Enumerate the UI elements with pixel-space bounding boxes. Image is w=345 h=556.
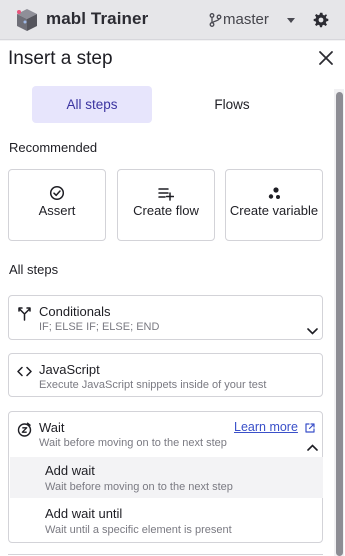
app-header: mabl Trainer master (0, 0, 345, 40)
gear-icon[interactable] (313, 12, 329, 28)
close-icon[interactable] (317, 49, 335, 67)
step-description: Wait before moving on to the next step (39, 437, 227, 449)
mabl-logo-icon (17, 9, 37, 31)
step-header-wait[interactable]: Wait Learn more Wait before moving on to… (9, 412, 322, 456)
create-variable-label: Create variable (229, 203, 319, 218)
step-card-wait: Wait Learn more Wait before moving on to… (8, 411, 323, 543)
external-link-icon[interactable] (305, 423, 315, 433)
panel-title: Insert a step (8, 48, 113, 69)
step-title: JavaScript (39, 362, 100, 377)
timer-icon (17, 422, 32, 437)
learn-more-link[interactable]: Learn more (234, 420, 298, 434)
app-title: mabl Trainer (46, 9, 149, 28)
recommended-heading: Recommended (9, 140, 98, 155)
caret-down-icon[interactable] (287, 18, 295, 23)
list-item-add-wait-until[interactable]: Add wait until Wait until a specific ele… (10, 500, 323, 541)
step-card-javascript: JavaScript Execute JavaScript snippets i… (8, 353, 323, 397)
sub-item-title: Add wait until (45, 506, 123, 521)
branch-selector[interactable]: master (223, 11, 269, 28)
chevron-down-icon[interactable] (307, 328, 318, 335)
branch-fork-icon (18, 307, 31, 321)
sub-item-description: Wait until a specific element is present (45, 524, 232, 536)
all-steps-heading: All steps (9, 262, 59, 277)
step-title: Conditionals (39, 304, 111, 319)
step-header-conditionals[interactable]: Conditionals IF; ELSE IF; ELSE; END (9, 296, 322, 339)
list-item-add-wait[interactable]: Add wait Wait before moving on to the ne… (10, 457, 323, 498)
tab-bar: All steps Flows (32, 86, 292, 123)
insert-step-panel: Insert a step All steps Flows Recommende… (0, 41, 345, 556)
sub-item-description: Wait before moving on to the next step (45, 481, 233, 493)
tab-flows[interactable]: Flows (172, 86, 292, 123)
assert-button[interactable]: Assert (8, 169, 106, 241)
tab-all-steps[interactable]: All steps (32, 86, 152, 123)
create-flow-button[interactable]: Create flow (117, 169, 215, 241)
add-list-icon (158, 188, 174, 201)
variable-dots-icon (268, 187, 280, 199)
step-header-javascript[interactable]: JavaScript Execute JavaScript snippets i… (9, 354, 322, 396)
step-description: Execute JavaScript snippets inside of yo… (39, 379, 267, 391)
create-flow-label: Create flow (133, 203, 199, 218)
step-title: Wait (39, 420, 65, 435)
step-card-conditionals: Conditionals IF; ELSE IF; ELSE; END (8, 295, 323, 340)
sub-item-title: Add wait (45, 463, 95, 478)
check-circle-icon (49, 185, 65, 201)
git-branch-icon (209, 13, 222, 27)
create-variable-button[interactable]: Create variable (225, 169, 323, 241)
code-brackets-icon (17, 366, 32, 377)
scrollbar-thumb[interactable] (336, 92, 343, 556)
assert-label: Assert (38, 203, 76, 218)
chevron-up-icon[interactable] (307, 444, 318, 451)
step-description: IF; ELSE IF; ELSE; END (39, 321, 160, 333)
